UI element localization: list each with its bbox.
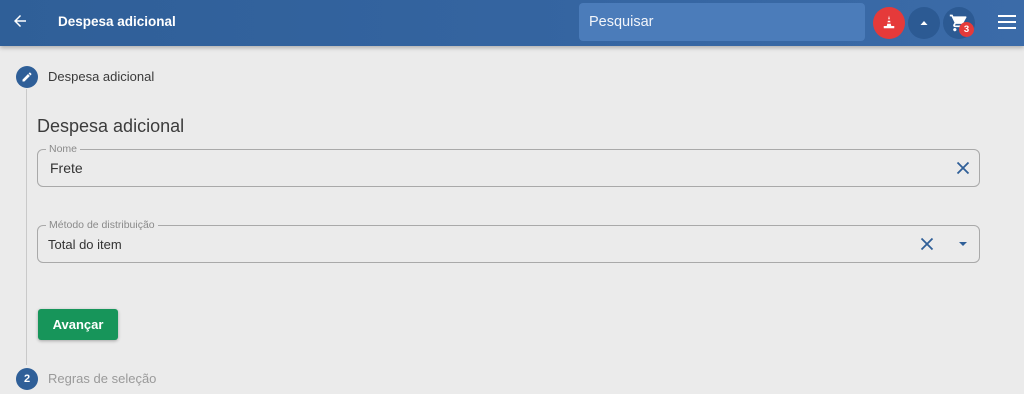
step1-label[interactable]: Despesa adicional: [48, 69, 154, 84]
step1-indicator: [16, 66, 38, 88]
name-field-legend: Nome: [46, 142, 81, 156]
app-header: Despesa adicional 3: [0, 0, 1024, 46]
pencil-icon: [22, 72, 32, 82]
distribution-dropdown-button[interactable]: [954, 235, 972, 253]
alert-button[interactable]: [873, 7, 905, 39]
distribution-field-value[interactable]: Total do item: [48, 237, 122, 252]
form-title: Despesa adicional: [37, 116, 185, 136]
caret-up-icon: [920, 21, 928, 25]
arrow-left-icon: [14, 15, 26, 27]
traffic-cone-icon: [883, 15, 895, 29]
close-icon: [920, 237, 934, 251]
advance-button[interactable]: Avançar: [38, 309, 118, 340]
caret-down-icon: [959, 242, 967, 246]
name-clear-button[interactable]: [954, 159, 972, 177]
close-icon: [956, 161, 970, 175]
cart-button[interactable]: 3: [943, 7, 975, 39]
cart-count-badge: 3: [959, 22, 974, 37]
collapse-button[interactable]: [908, 7, 940, 39]
stepper-line: [26, 89, 27, 365]
name-field-value[interactable]: Frete: [50, 160, 83, 176]
distribution-clear-button[interactable]: [918, 235, 936, 253]
name-field[interactable]: Nome Frete: [37, 142, 980, 187]
distribution-method-select[interactable]: Método de distribuição Total do item: [37, 218, 980, 263]
menu-button[interactable]: [996, 11, 1018, 33]
search-input[interactable]: [579, 3, 865, 41]
page-title: Despesa adicional: [58, 14, 176, 29]
back-button[interactable]: [8, 9, 32, 33]
hamburger-menu-icon: [998, 15, 1016, 29]
step2-indicator: 2: [16, 368, 38, 390]
step2-label[interactable]: Regras de seleção: [48, 371, 156, 386]
distribution-field-legend: Método de distribuição: [46, 218, 158, 232]
